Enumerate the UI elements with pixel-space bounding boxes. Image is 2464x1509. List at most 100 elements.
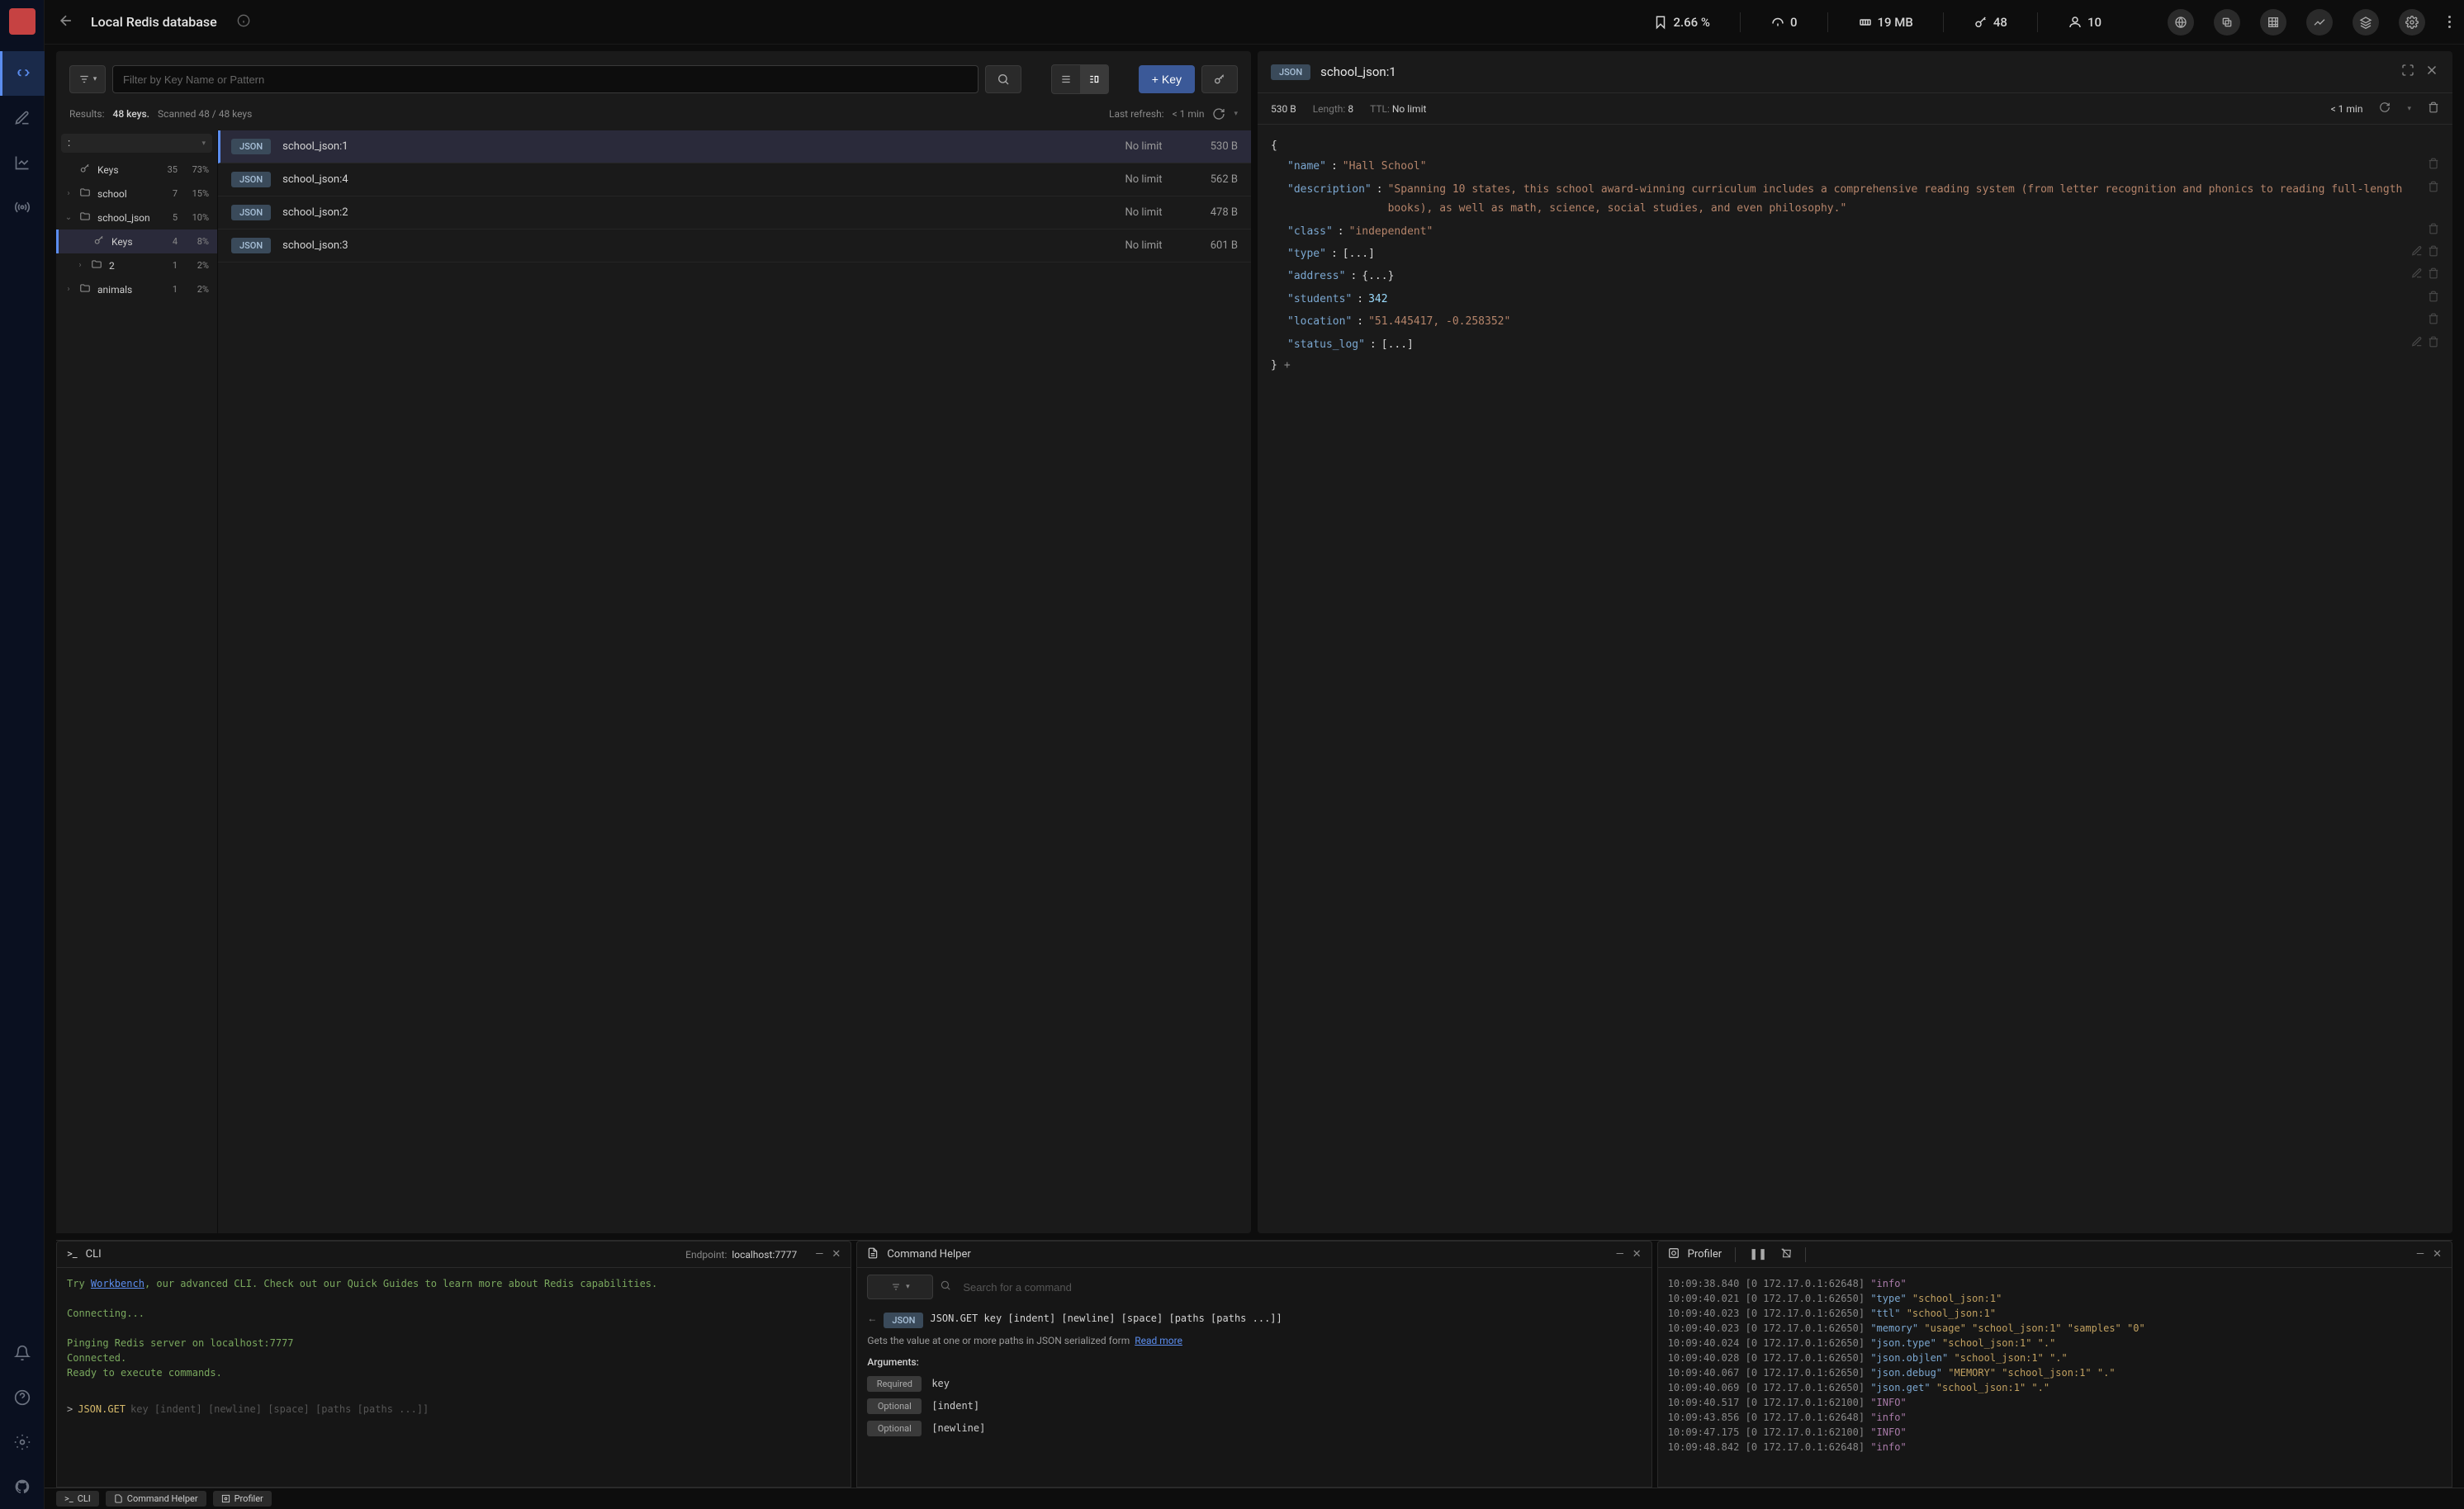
json-key: "students" bbox=[1287, 290, 1352, 309]
tree-item[interactable]: ›212% bbox=[56, 253, 217, 277]
json-key: "class" bbox=[1287, 222, 1333, 241]
topbar-action-3[interactable] bbox=[2260, 9, 2286, 35]
delete-field-icon[interactable] bbox=[2428, 335, 2439, 354]
topbar-action-2[interactable] bbox=[2214, 9, 2240, 35]
edit-field-icon[interactable] bbox=[2411, 267, 2423, 286]
key-row[interactable]: JSONschool_json:2No limit478 B bbox=[218, 196, 1251, 229]
cli-output[interactable]: Try Workbench, our advanced CLI. Check o… bbox=[57, 1268, 851, 1487]
search-input[interactable] bbox=[112, 65, 978, 93]
tree-item-count: 7 bbox=[161, 188, 178, 199]
database-title: Local Redis database bbox=[91, 14, 217, 30]
redis-logo[interactable] bbox=[9, 8, 36, 35]
tree-item[interactable]: ›school715% bbox=[56, 182, 217, 206]
profiler-line: 10:09:38.840 [0 172.17.0.1:62648] "info" bbox=[1668, 1276, 2442, 1291]
json-field-row: "class" : "independent" bbox=[1287, 220, 2439, 243]
edit-field-icon[interactable] bbox=[2411, 335, 2423, 354]
read-more-link[interactable]: Read more bbox=[1135, 1335, 1182, 1346]
tree-item-count: 35 bbox=[161, 164, 178, 175]
profiler-clear-icon[interactable] bbox=[1780, 1247, 1792, 1262]
key-ttl: No limit bbox=[1111, 140, 1177, 153]
profiler-close-icon[interactable]: ✕ bbox=[2433, 1248, 2442, 1261]
fullscreen-icon[interactable] bbox=[2401, 64, 2414, 80]
tree-item[interactable]: Keys3573% bbox=[56, 158, 217, 182]
key-row[interactable]: JSONschool_json:1No limit530 B bbox=[218, 130, 1251, 163]
helper-back-icon[interactable]: ← bbox=[867, 1313, 877, 1324]
helper-minimize-icon[interactable]: — bbox=[1616, 1248, 1624, 1261]
info-icon[interactable] bbox=[237, 14, 250, 31]
chevron-icon: ⌄ bbox=[64, 213, 73, 222]
topbar-settings-icon[interactable] bbox=[2399, 9, 2425, 35]
search-button[interactable] bbox=[985, 65, 1021, 93]
refresh-button[interactable] bbox=[1212, 107, 1225, 121]
view-list-button[interactable] bbox=[1052, 65, 1080, 93]
nav-workbench-icon[interactable] bbox=[0, 96, 45, 140]
helper-filter-button[interactable]: ▾ bbox=[867, 1275, 933, 1299]
nav-github-icon[interactable] bbox=[0, 1464, 45, 1509]
nav-pubsub-icon[interactable] bbox=[0, 185, 45, 229]
profiler-pause-icon[interactable]: ❚❚ bbox=[1749, 1248, 1767, 1261]
cli-close-icon[interactable]: ✕ bbox=[832, 1248, 841, 1261]
topbar-action-4[interactable] bbox=[2306, 9, 2333, 35]
footer-tab-profiler[interactable]: Profiler bbox=[213, 1491, 272, 1507]
cli-title: CLI bbox=[86, 1248, 102, 1261]
nav-analytics-icon[interactable] bbox=[0, 140, 45, 185]
filter-type-button[interactable]: ▾ bbox=[69, 65, 106, 93]
profiler-line: 10:09:40.067 [0 172.17.0.1:62650] "json.… bbox=[1668, 1365, 2442, 1380]
helper-title: Command Helper bbox=[887, 1248, 970, 1261]
delete-field-icon[interactable] bbox=[2428, 180, 2439, 199]
nav-notifications-icon[interactable] bbox=[0, 1331, 45, 1375]
tree-item[interactable]: ⌄school_json510% bbox=[56, 206, 217, 229]
key-row[interactable]: JSONschool_json:4No limit562 B bbox=[218, 163, 1251, 196]
profiler-output[interactable]: 10:09:38.840 [0 172.17.0.1:62648] "info"… bbox=[1658, 1268, 2452, 1487]
tree-delimiter-select[interactable]: : ▾ bbox=[61, 134, 212, 153]
arg-name: [indent] bbox=[931, 1400, 979, 1412]
nav-browser-icon[interactable] bbox=[0, 51, 45, 96]
delete-field-icon[interactable] bbox=[2428, 267, 2439, 286]
helper-close-icon[interactable]: ✕ bbox=[1632, 1248, 1642, 1261]
results-label: Results: bbox=[69, 108, 105, 120]
keys-icon bbox=[93, 234, 105, 248]
edit-field-icon[interactable] bbox=[2411, 244, 2423, 263]
tree-item[interactable]: ›animals12% bbox=[56, 277, 217, 301]
delete-field-icon[interactable] bbox=[2428, 157, 2439, 176]
bulk-actions-button[interactable] bbox=[1201, 65, 1238, 93]
nav-help-icon[interactable] bbox=[0, 1375, 45, 1420]
delete-field-icon[interactable] bbox=[2428, 222, 2439, 241]
profiler-minimize-icon[interactable]: — bbox=[2416, 1248, 2424, 1261]
back-button[interactable] bbox=[58, 12, 74, 32]
footer-tab-helper[interactable]: Command Helper bbox=[106, 1491, 206, 1507]
chevron-icon: › bbox=[64, 285, 73, 294]
delete-field-icon[interactable] bbox=[2428, 312, 2439, 331]
key-browser-panel: ▾ + Key Results: 48 keys. Scanned 48 / bbox=[56, 51, 1251, 1233]
footer-tab-cli[interactable]: >_CLI bbox=[56, 1491, 99, 1507]
arg-badge: Optional bbox=[867, 1398, 922, 1414]
key-name: school_json:4 bbox=[282, 173, 1099, 186]
refresh-dropdown-icon[interactable]: ▾ bbox=[1234, 110, 1238, 118]
delete-field-icon[interactable] bbox=[2428, 290, 2439, 309]
json-key: "address" bbox=[1287, 267, 1345, 286]
top-bar: Local Redis database 2.66 % 0 19 MB 48 1… bbox=[45, 0, 2464, 45]
delete-key-icon[interactable] bbox=[2428, 102, 2439, 116]
tree-item[interactable]: Keys48% bbox=[56, 229, 217, 253]
chevron-icon: › bbox=[76, 261, 84, 270]
key-row[interactable]: JSONschool_json:3No limit601 B bbox=[218, 229, 1251, 263]
tree-item-pct: 15% bbox=[184, 188, 209, 199]
cli-minimize-icon[interactable]: — bbox=[815, 1248, 823, 1261]
helper-search-input[interactable] bbox=[958, 1276, 1641, 1298]
workbench-link[interactable]: Workbench bbox=[91, 1278, 145, 1289]
topbar-more-icon[interactable] bbox=[2448, 16, 2451, 28]
delete-field-icon[interactable] bbox=[2428, 244, 2439, 263]
topbar-action-5[interactable] bbox=[2353, 9, 2379, 35]
add-field-icon[interactable]: + bbox=[1284, 356, 1291, 375]
key-size: 601 B bbox=[1188, 239, 1238, 252]
details-refresh-icon[interactable] bbox=[2379, 102, 2391, 116]
add-key-button[interactable]: + Key bbox=[1139, 65, 1195, 93]
argument-row: Requiredkey bbox=[867, 1373, 1641, 1395]
details-refresh-time: < 1 min bbox=[2331, 103, 2363, 115]
close-details-icon[interactable] bbox=[2424, 63, 2439, 81]
details-refresh-dropdown[interactable]: ▾ bbox=[2407, 105, 2411, 113]
view-tree-button[interactable] bbox=[1080, 65, 1108, 93]
topbar-action-1[interactable] bbox=[2168, 9, 2194, 35]
nav-settings-icon[interactable] bbox=[0, 1420, 45, 1464]
stat-commands: 0 bbox=[1757, 15, 1811, 30]
